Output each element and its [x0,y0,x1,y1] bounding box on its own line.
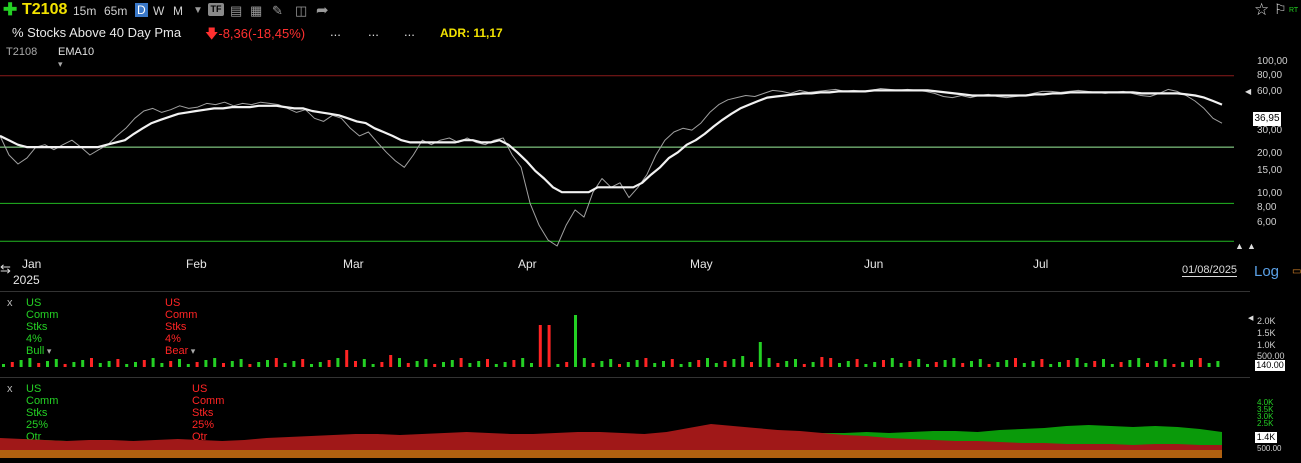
y-tick: 2.5K [1257,419,1274,428]
last-value-box: 140.00 [1255,360,1285,371]
y-tick: 60,00 [1257,86,1283,97]
last-value-box: 36,95 [1253,112,1281,126]
y-tick: 8,00 [1257,202,1277,213]
last-value-box: 1.4K [1255,432,1277,443]
area-base [0,450,1222,458]
y-tick: 500.00 [1257,444,1282,453]
y-tick: 10,00 [1257,188,1283,199]
y-tick: 6,00 [1257,217,1277,228]
log-scale-button[interactable]: Log [1254,263,1279,280]
y-tick: 1.5K [1257,328,1276,338]
y-tick: 100,00 [1257,56,1288,67]
star-icon[interactable]: ☆ [1254,0,1269,20]
flag-icon[interactable]: ⚐ [1274,1,1287,18]
y-tick: 2.0K [1257,316,1276,326]
y-tick: 15,00 [1257,165,1283,176]
y-tick: 30,00 [1257,125,1283,136]
y-tick: 20,00 [1257,148,1283,159]
rt-badge: RT [1289,7,1299,14]
y-tick: 80,00 [1257,70,1283,81]
y-tick: 1.0K [1257,340,1276,350]
panel-25pct-chart[interactable] [0,0,1250,463]
collapse-icon[interactable]: ▭ [1292,266,1301,277]
